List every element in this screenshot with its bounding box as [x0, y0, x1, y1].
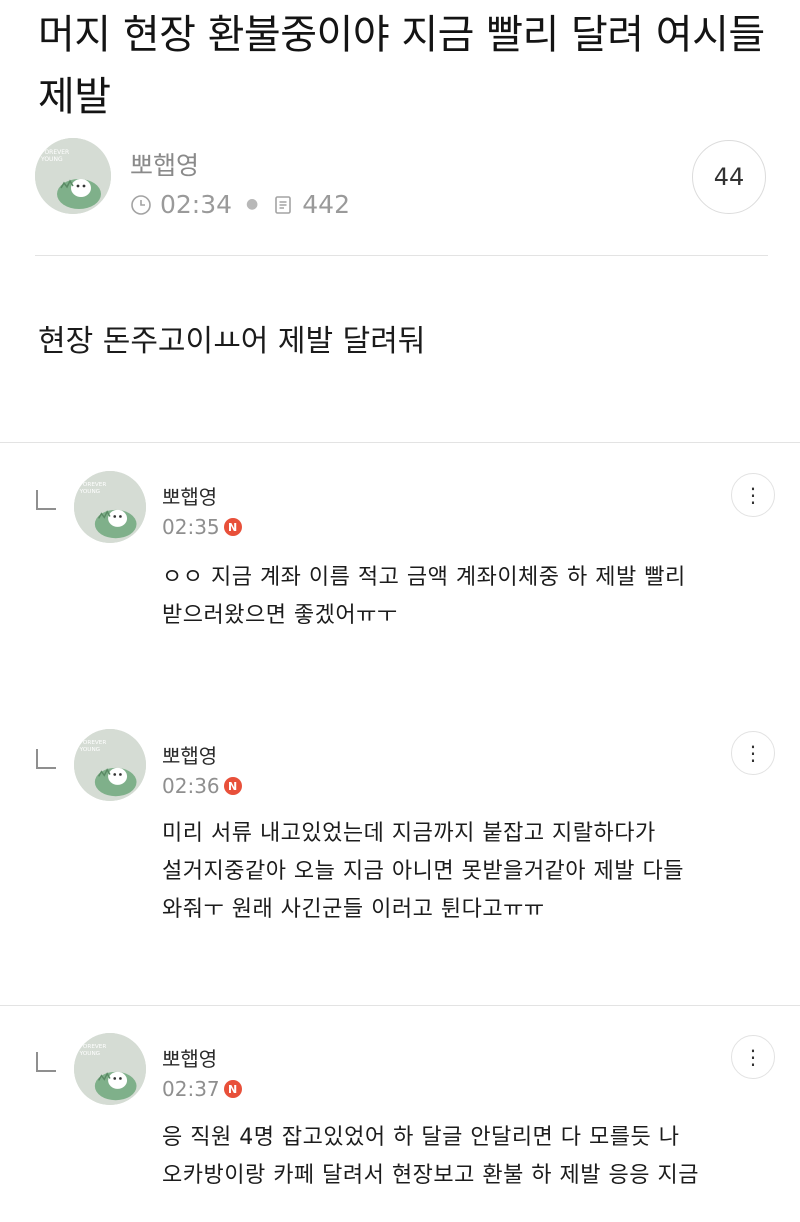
more-options-button[interactable]: ⋮ [731, 1035, 775, 1079]
divider [0, 1005, 800, 1006]
new-badge: N [223, 518, 242, 536]
document-icon [272, 193, 294, 215]
divider [35, 255, 768, 256]
reply-corner-icon [36, 1052, 56, 1072]
comment-author[interactable]: 뽀햅영 [162, 481, 217, 510]
reply-corner-icon [36, 749, 56, 769]
comment-avatar[interactable]: FOREVER YOUNG [74, 471, 146, 543]
comment-avatar[interactable]: FOREVER YOUNG [74, 1033, 146, 1105]
post-time: 02:34 [160, 189, 233, 219]
comment-line: 응 직원 4명 잡고있었어 하 달글 안달리면 다 모를듯 나 [162, 1125, 680, 1150]
post-views: 442 [302, 189, 350, 219]
new-badge: N [223, 777, 242, 795]
comment-text: 미리 서류 내고있었는데 지금까지 붙잡고 지랄하다가 설거지중같아 오늘 지금… [162, 815, 762, 929]
post-title: 머지 현장 환불중이야 지금 빨리 달려 여시들 제발 [38, 12, 765, 120]
svg-text:YOUNG: YOUNG [79, 489, 100, 495]
comment-avatar[interactable]: FOREVER YOUNG [74, 729, 146, 801]
comment-meta: 02:37 N [162, 1077, 242, 1101]
post-body: 현장 돈주고이ㅛ어 제발 달려둬 [38, 324, 426, 359]
comment-author[interactable]: 뽀햅영 [162, 1043, 217, 1072]
comment-meta: 02:35 N [162, 515, 242, 539]
divider [0, 442, 800, 443]
more-options-button[interactable]: ⋮ [731, 473, 775, 517]
comment-line: 받으러왔으면 좋겠어ㅠㅜ [162, 603, 398, 628]
svg-text:FOREVER: FOREVER [41, 149, 69, 156]
comment-text: ㅇㅇ 지금 계좌 이름 적고 금액 계좌이체중 하 제발 빨리 받으러왔으면 좋… [162, 559, 762, 635]
comment-line: ㅇㅇ 지금 계좌 이름 적고 금액 계좌이체중 하 제발 빨리 [162, 565, 686, 590]
author-avatar[interactable]: FOREVER YOUNG [35, 138, 111, 214]
svg-text:YOUNG: YOUNG [79, 1051, 100, 1057]
more-options-button[interactable]: ⋮ [731, 731, 775, 775]
comment-line: 미리 서류 내고있었는데 지금까지 붙잡고 지랄하다가 [162, 821, 656, 846]
author-name[interactable]: 뽀햅영 [130, 146, 199, 182]
svg-text:YOUNG: YOUNG [40, 156, 63, 163]
post-meta: 02:34 ● 442 [130, 186, 350, 222]
comment-author[interactable]: 뽀햅영 [162, 740, 217, 769]
clock-icon [130, 193, 152, 215]
svg-text:FOREVER: FOREVER [80, 482, 107, 488]
comment-time: 02:36 [162, 774, 220, 798]
comment-line: 오카방이랑 카페 달려서 현장보고 환불 하 제발 응응 지금 [162, 1163, 699, 1188]
comment-meta: 02:36 N [162, 774, 242, 798]
comment-time: 02:35 [162, 515, 220, 539]
svg-text:FOREVER: FOREVER [80, 1044, 107, 1050]
comment-line: 설거지중같아 오늘 지금 아니면 못받을거같아 제발 다들 [162, 859, 684, 884]
svg-text:YOUNG: YOUNG [79, 747, 100, 753]
new-badge: N [223, 1080, 242, 1098]
comment-line: 와줘ㅜ 원래 사긴군들 이러고 튄다고ㅠㅠ [162, 897, 545, 922]
separator-dot: ● [246, 196, 259, 212]
svg-text:FOREVER: FOREVER [80, 740, 107, 746]
comment-text: 응 직원 4명 잡고있었어 하 달글 안달리면 다 모를듯 나 오카방이랑 카페… [162, 1119, 762, 1195]
comment-time: 02:37 [162, 1077, 220, 1101]
reply-corner-icon [36, 490, 56, 510]
comment-count-button[interactable]: 44 [692, 140, 766, 214]
